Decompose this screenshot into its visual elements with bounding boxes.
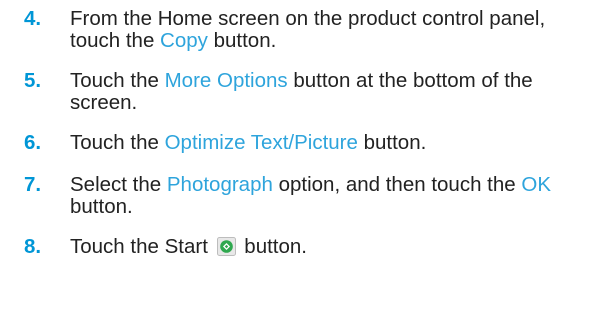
step-5: 5. Touch the More Options button at the … (24, 70, 584, 114)
start-button-icon (216, 237, 236, 256)
step-text: button. (207, 29, 277, 52)
step-number: 7. (24, 173, 42, 196)
step-text: button. (238, 235, 307, 258)
step-text: option, and then touch the (272, 173, 522, 196)
step-number: 6. (24, 131, 42, 154)
step-text: From the Home screen on the product cont… (70, 7, 546, 52)
step-4: 4. From the Home screen on the product c… (24, 8, 584, 52)
ui-term-optimize-text-picture: Optimize Text/Picture (164, 131, 358, 154)
step-7: 7. Select the Photograph option, and the… (24, 174, 584, 218)
step-8: 8. Touch the Start button. (24, 236, 584, 258)
step-number: 5. (24, 69, 42, 92)
step-text: Touch the (70, 69, 165, 92)
step-text: Touch the Start (70, 235, 214, 258)
step-text: Select the (70, 173, 167, 196)
step-text: Touch the (70, 131, 165, 154)
ui-term-ok: OK (521, 173, 551, 196)
instruction-steps: 4. From the Home screen on the product c… (24, 8, 584, 276)
step-number: 4. (24, 7, 42, 30)
step-text: button. (70, 195, 133, 218)
step-text: button. (357, 131, 427, 154)
ui-term-more-options: More Options (164, 69, 288, 92)
ui-term-copy: Copy (160, 29, 208, 52)
ui-term-photograph: Photograph (166, 173, 273, 196)
step-6: 6. Touch the Optimize Text/Picture butto… (24, 132, 584, 154)
step-number: 8. (24, 235, 42, 258)
